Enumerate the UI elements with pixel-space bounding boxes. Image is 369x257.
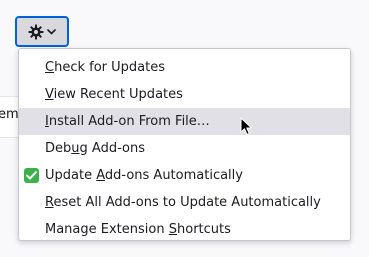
menu-item-view-recent-updates[interactable]: View Recent Updates [19,81,350,108]
menu-item-check-for-updates[interactable]: Check for Updates [19,54,350,81]
menu-item-access-key: V [45,87,54,102]
gear-icon [28,24,44,40]
menu-item-label: eset All Add-ons to Update Automatically [53,195,321,210]
menu-item-label: g Add-ons [79,141,145,156]
menu-item-access-key: S [168,222,177,237]
chevron-down-icon [47,28,56,35]
menu-item-debug-addons[interactable]: Debug Add-ons [19,135,350,162]
menu-item-access-key: A [96,168,105,183]
menu-item-install-addon-from-file[interactable]: Install Add-on From File… [19,108,350,135]
menu-item-label: heck for Updates [54,60,165,75]
menu-item-reset-all-addons[interactable]: Reset All Add-ons to Update Automaticall… [19,189,350,216]
menu-item-access-key: u [71,141,80,156]
menu-item-label: nstall Add-on From File… [48,114,210,129]
menu-item-label-prefix: Update [45,168,97,183]
menu-item-label: iew Recent Updates [53,87,183,102]
mouse-pointer-icon [240,117,254,137]
menu-item-label-prefix: Deb [45,141,72,156]
tools-dropdown-menu: Check for Updates View Recent Updates In… [18,48,351,241]
checkmark-icon [24,168,39,183]
addon-list-row-text: em [0,107,19,122]
menu-item-access-key: C [45,60,55,75]
menu-item-label: hortcuts [177,222,231,237]
menu-item-update-addons-automatically[interactable]: Update Add-ons Automatically [19,162,350,189]
menu-item-label: dd-ons Automatically [104,168,243,183]
menu-item-manage-extension-shortcuts[interactable]: Manage Extension Shortcuts [19,216,350,243]
tools-menu-button[interactable] [15,16,69,47]
menu-item-label-prefix: Manage Extension [45,222,169,237]
